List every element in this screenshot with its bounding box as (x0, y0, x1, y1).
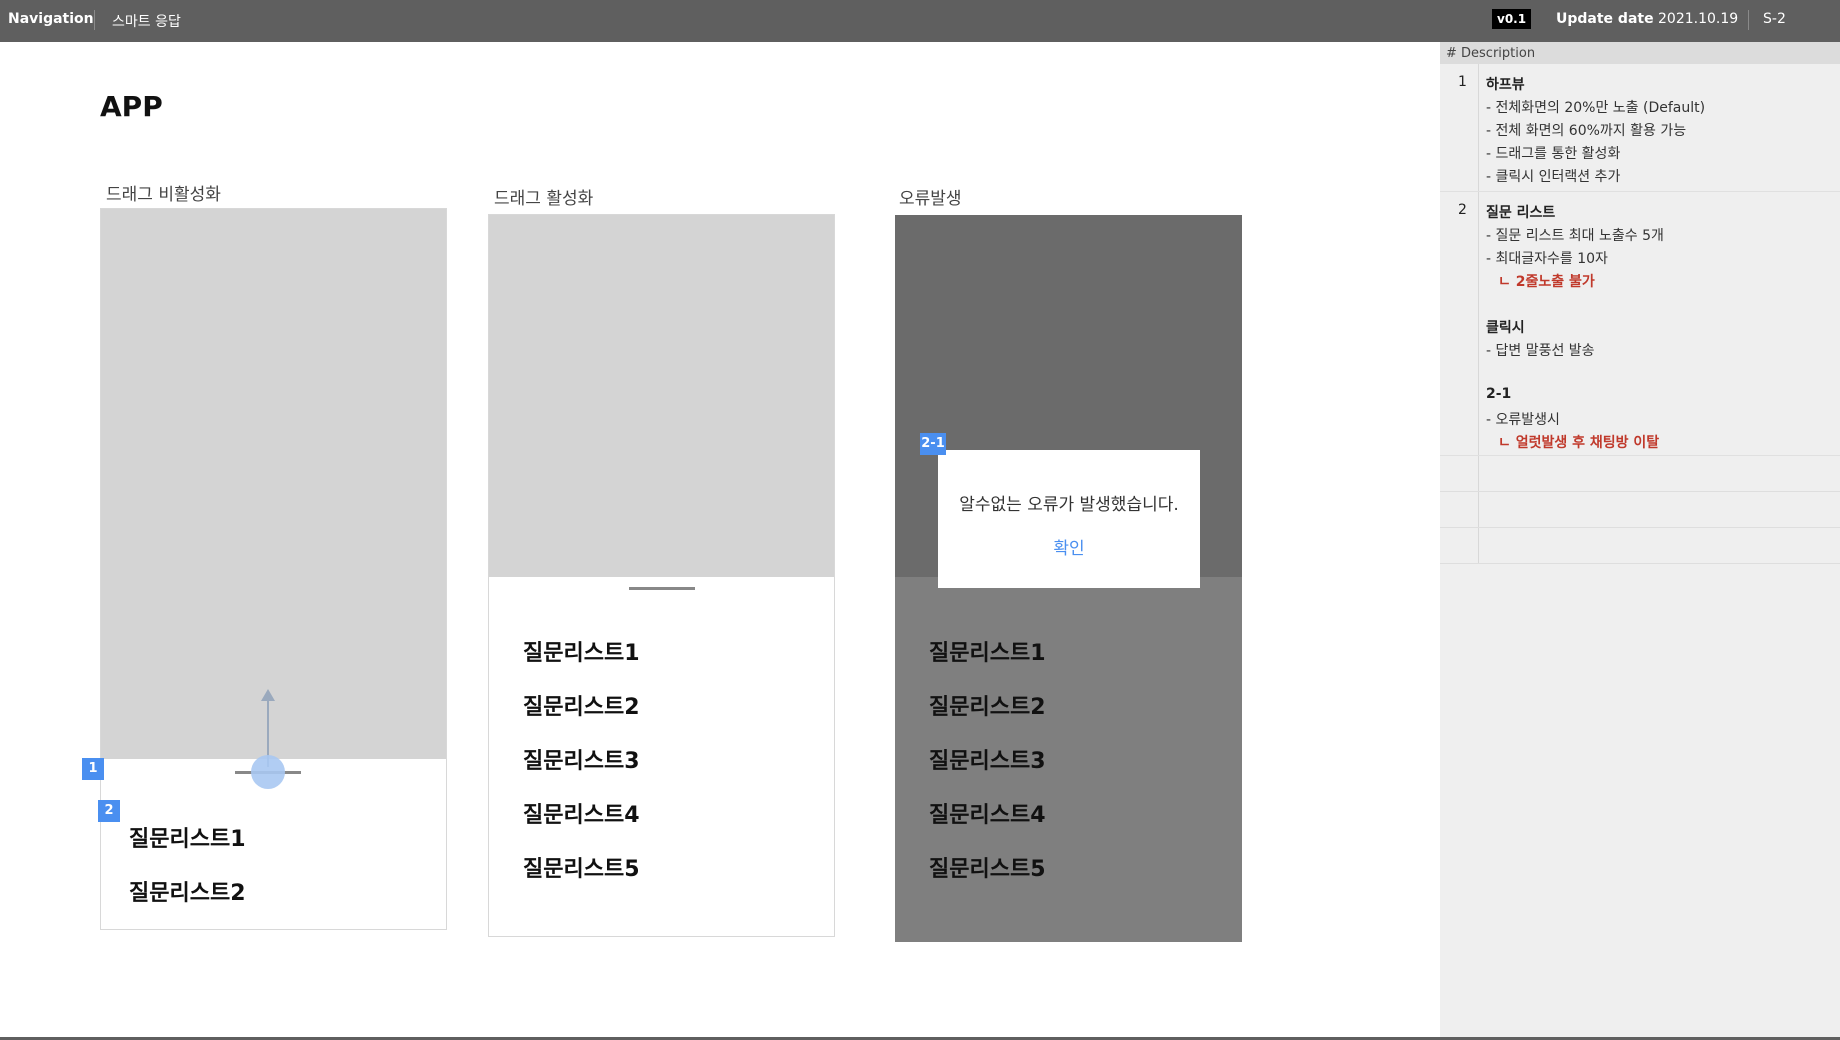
divider (1748, 10, 1749, 30)
description-section-2: 2 질문 리스트 - 질문 리스트 최대 노출수 5개 - 최대글자수를 10자… (1440, 192, 1840, 456)
description-line: - 드래그를 통한 활성화 (1486, 146, 1621, 162)
description-section-1: 1 하프뷰 - 전체화면의 20%만 노출 (Default) - 전체 화면의… (1440, 64, 1840, 192)
confirm-button[interactable]: 확인 (938, 534, 1200, 559)
error-alert-dialog: 알수없는 오류가 발생했습니다. 확인 (938, 450, 1200, 588)
update-date-value: 2021.10.19 (1658, 11, 1739, 27)
question-list-item[interactable]: 질문리스트2 (129, 875, 246, 907)
arrow-up-icon (261, 689, 275, 701)
question-list-item: 질문리스트2 (929, 695, 1046, 720)
description-line: - 클릭시 인터랙션 추가 (1486, 169, 1621, 185)
description-line: 하프뷰 (1486, 77, 1525, 93)
update-date-label: Update date (1556, 11, 1654, 27)
page-title: APP (100, 90, 163, 123)
question-list-item[interactable]: 질문리스트5 (523, 851, 640, 883)
error-message: 알수없는 오류가 발생했습니다. (959, 495, 1179, 515)
breadcrumb[interactable]: 스마트 응답 (112, 11, 181, 31)
phone-mockup-drag-disabled: 질문리스트1 질문리스트2 (100, 208, 447, 930)
question-list-item: 질문리스트4 (929, 803, 1046, 828)
annotation-badge-2-1: 2-1 (920, 433, 946, 455)
phone-mockup-error: 질문리스트1 질문리스트2 질문리스트3 질문리스트4 질문리스트5 알수없는 … (895, 215, 1242, 942)
content-area (101, 209, 446, 759)
section-number: 2 (1458, 202, 1467, 218)
column-label-error: 오류발생 (899, 189, 962, 209)
question-list-item[interactable]: 질문리스트1 (523, 635, 640, 667)
empty-description-row (1440, 456, 1840, 492)
question-list-item[interactable]: 질문리스트2 (523, 689, 640, 721)
description-line: - 전체 화면의 60%까지 활용 가능 (1486, 123, 1687, 139)
touch-point-icon (251, 755, 285, 789)
phone-mockup-drag-enabled: 질문리스트1 질문리스트2 질문리스트3 질문리스트4 질문리스트5 (488, 214, 835, 937)
drag-handle[interactable] (629, 587, 695, 590)
empty-description-row (1440, 528, 1840, 564)
question-list-item: 질문리스트3 (929, 749, 1046, 774)
description-line: 2-1 (1486, 386, 1512, 402)
question-list-item[interactable]: 질문리스트1 (129, 821, 246, 853)
column-label-drag-enabled: 드래그 활성화 (494, 189, 594, 209)
question-list-item[interactable]: 질문리스트3 (523, 743, 640, 775)
question-list-item: 질문리스트1 (929, 641, 1046, 666)
description-line-warning: ㄴ 2줄노출 불가 (1498, 274, 1595, 290)
annotation-badge-1: 1 (82, 758, 104, 780)
empty-description-row (1440, 492, 1840, 528)
screen-code: S-2 (1763, 11, 1786, 27)
description-line-warning: ㄴ 얼럿발생 후 채팅방 이탈 (1498, 435, 1660, 451)
divider (94, 10, 95, 30)
version-badge: v0.1 (1492, 9, 1532, 29)
question-list-item: 질문리스트5 (929, 857, 1046, 882)
question-list-item[interactable]: 질문리스트4 (523, 797, 640, 829)
description-line: 클릭시 (1486, 320, 1525, 336)
column-label-drag-disabled: 드래그 비활성화 (106, 185, 221, 205)
top-bar: Navigation 스마트 응답 v0.1 Update date 2021.… (0, 0, 1840, 42)
description-line: - 전체화면의 20%만 노출 (Default) (1486, 100, 1706, 116)
description-line: - 최대글자수를 10자 (1486, 251, 1608, 267)
navigation-label[interactable]: Navigation (8, 11, 94, 27)
section-number: 1 (1458, 74, 1467, 90)
description-line: 질문 리스트 (1486, 205, 1556, 221)
description-line: - 질문 리스트 최대 노출수 5개 (1486, 228, 1664, 244)
annotation-badge-2: 2 (98, 800, 120, 822)
description-header: # Description (1440, 42, 1840, 64)
description-line: - 답변 말풍선 발송 (1486, 343, 1595, 359)
description-line: - 오류발생시 (1486, 412, 1560, 428)
description-panel: # Description 1 하프뷰 - 전체화면의 20%만 노출 (Def… (1440, 42, 1840, 1040)
content-area (489, 215, 834, 577)
